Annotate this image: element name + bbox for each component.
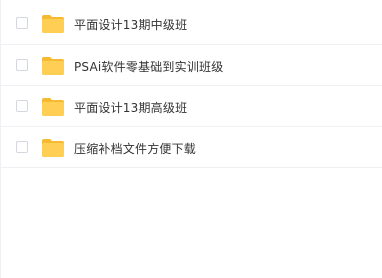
row-checkbox[interactable] <box>16 17 28 29</box>
file-name[interactable]: 压缩补档文件方便下载 <box>74 140 196 157</box>
file-row[interactable]: PSAi软件零基础到实训班级 <box>1 45 382 86</box>
file-list: 平面设计13期中级班 PSAi软件零基础到实训班级 平面设计13期高级班 压缩补… <box>1 0 382 168</box>
folder-icon <box>42 139 64 157</box>
file-row[interactable]: 压缩补档文件方便下载 <box>1 127 382 168</box>
row-checkbox[interactable] <box>16 100 28 112</box>
file-name[interactable]: PSAi软件零基础到实训班级 <box>74 58 223 75</box>
file-row[interactable]: 平面设计13期中级班 <box>1 0 382 45</box>
file-name[interactable]: 平面设计13期中级班 <box>74 16 187 33</box>
folder-icon <box>42 15 64 33</box>
folder-icon <box>42 57 64 75</box>
file-list-panel: 平面设计13期中级班 PSAi软件零基础到实训班级 平面设计13期高级班 压缩补… <box>0 0 382 278</box>
row-checkbox[interactable] <box>16 141 28 153</box>
row-checkbox[interactable] <box>16 59 28 71</box>
file-name[interactable]: 平面设计13期高级班 <box>74 99 187 116</box>
folder-icon <box>42 98 64 116</box>
file-row[interactable]: 平面设计13期高级班 <box>1 86 382 127</box>
